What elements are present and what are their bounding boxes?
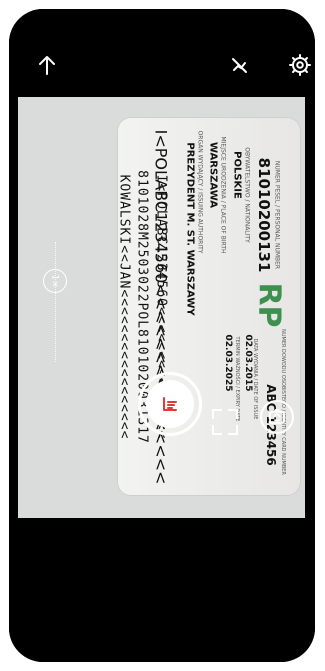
zoom-button[interactable]: 1× xyxy=(43,269,67,293)
settings-gear-icon[interactable] xyxy=(287,52,313,78)
focus-frame xyxy=(212,409,238,435)
issue-date-value: 02.03.2015 xyxy=(243,334,253,391)
number-label: NUMER PESEL / PERSONAL NUMBER xyxy=(273,160,281,269)
phone-frame: NUMER PESEL / PERSONAL NUMBER 8101020013… xyxy=(9,9,315,662)
pesel-value: 81010200131 xyxy=(255,157,273,272)
back-arrow-icon[interactable] xyxy=(34,52,60,78)
camera-switch-icon xyxy=(269,409,285,424)
mrz-line-3: KOWALSKI<<JAN<<<<<<<<<<<<<<<<< xyxy=(116,174,132,439)
capture-button[interactable] xyxy=(138,372,202,436)
switch-camera-button[interactable] xyxy=(260,400,294,434)
birthplace-label: MIEJSCE URODZENIA / PLACE OF BIRTH xyxy=(219,135,227,254)
id-card: NUMER PESEL / PERSONAL NUMBER 8101020013… xyxy=(117,117,301,496)
capture-button-inner xyxy=(146,380,194,428)
birthplace-value: WARSZAWA xyxy=(207,141,219,208)
flash-off-icon[interactable] xyxy=(226,52,252,78)
citizenship-label: OBYWATELSTWO / NATIONALITY xyxy=(243,146,251,243)
document-scan-icon xyxy=(163,397,177,411)
zoom-label: 1× xyxy=(50,274,60,288)
zoom-track[interactable] xyxy=(55,242,57,362)
authority-value: PREZYDENT M. ST. WARSZAWY xyxy=(184,141,196,316)
bottom-toolbar xyxy=(9,372,315,662)
expiry-date-value: 02.03.2025 xyxy=(223,334,233,391)
authority-label: ORGAN WYDAJĄCY / ISSUING AUTHORITY xyxy=(196,130,204,253)
citizenship-value: POLSKIE xyxy=(231,150,243,199)
top-toolbar xyxy=(9,9,315,97)
rp-emblem: RP xyxy=(251,281,287,328)
camera-preview: NUMER PESEL / PERSONAL NUMBER 8101020013… xyxy=(18,97,305,518)
